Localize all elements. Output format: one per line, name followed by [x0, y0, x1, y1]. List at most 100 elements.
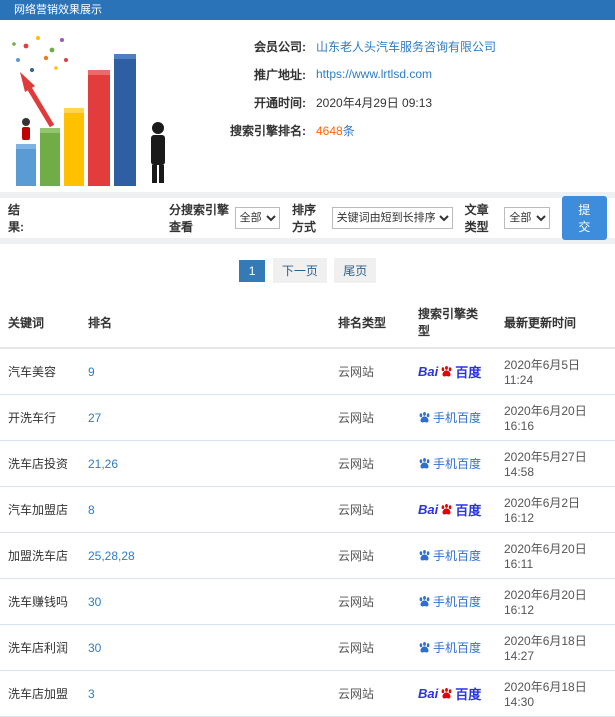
summary-panel: 会员公司: 山东老人头汽车服务咨询有限公司 推广地址: https://www.… — [0, 20, 615, 192]
baidu-logo-bai: Bai — [418, 686, 439, 701]
rank-cell[interactable]: 21,26 — [80, 440, 330, 487]
rank-type-cell: 云网站 — [330, 578, 410, 625]
engine-cell: 手机百度 — [410, 532, 496, 579]
table-row: 洗车店投资 21,26 云网站 手机百度 2020年5月27日 14:58 — [0, 440, 615, 487]
baidu-paw-icon — [419, 595, 430, 607]
baidu-logo-bai: Bai — [418, 502, 439, 517]
keyword-table-body: 汽车美容 9 云网站 Bai 百度 2020年6月5日 11:24 开洗车行 27… — [0, 348, 615, 717]
company-link[interactable]: 山东老人头汽车服务咨询有限公司 — [316, 38, 496, 55]
updated-cell: 2020年6月2日 16:12 — [496, 486, 615, 533]
engine-logo: 手机百度 — [418, 639, 488, 656]
rank-type-cell: 云网站 — [330, 624, 410, 671]
table-row: 洗车赚钱吗 30 云网站 手机百度 2020年6月20日 16:12 — [0, 578, 615, 625]
mobile-baidu-label: 手机百度 — [433, 595, 482, 609]
info-row-url: 推广地址: https://www.lrtlsd.com — [188, 60, 615, 88]
rank-cell[interactable]: 30 — [80, 578, 330, 625]
pagination: 1 下一页 尾页 — [0, 254, 615, 297]
rank-type-cell: 云网站 — [330, 486, 410, 533]
rank-cell[interactable]: 9 — [80, 348, 330, 395]
rank-cell[interactable]: 30 — [80, 624, 330, 671]
keyword-cell: 洗车店投资 — [0, 440, 80, 487]
baidu-logo-bai: Bai — [418, 364, 439, 379]
keyword-cell: 洗车店利润 — [0, 624, 80, 671]
engine-cell: 手机百度 — [410, 394, 496, 441]
table-row: 汽车加盟店 8 云网站 Bai 百度 2020年6月2日 16:12 — [0, 486, 615, 533]
updated-cell: 2020年6月18日 14:27 — [496, 624, 615, 671]
header-engine-type: 搜索引擎类型 — [410, 297, 496, 349]
engine-logo: 手机百度 — [418, 409, 488, 426]
baidu-paw-icon — [419, 457, 430, 469]
table-header-row: 关键词 排名 排名类型 搜索引擎类型 最新更新时间 — [0, 297, 615, 349]
keyword-cell: 汽车美容 — [0, 348, 80, 395]
engine-logo: 手机百度 — [418, 455, 488, 472]
member-info: 会员公司: 山东老人头汽车服务咨询有限公司 推广地址: https://www.… — [188, 20, 615, 192]
marketing-chart-illustration — [0, 20, 188, 192]
mobile-baidu-label: 手机百度 — [433, 641, 482, 655]
rank-cell[interactable]: 3 — [80, 670, 330, 717]
rank-cell[interactable]: 25,28,28 — [80, 532, 330, 579]
sort-filter-label: 排序方式 — [292, 203, 317, 234]
updated-cell: 2020年6月20日 16:12 — [496, 578, 615, 625]
keyword-cell: 洗车店加盟 — [0, 670, 80, 717]
rank-count-unit: 条 — [342, 123, 355, 138]
info-row-rank-count: 搜索引擎排名: 4648条 — [188, 116, 615, 144]
baidu-paw-icon — [419, 549, 430, 561]
engine-filter-label: 分搜索引擎查看 — [169, 203, 230, 234]
filters-panel: 结果: 分搜索引擎查看 全部 排序方式 关键词由短到长排序 文章类型 全部 提交 — [0, 196, 615, 240]
open-time-value: 2020年4月29日 09:13 — [316, 95, 433, 110]
rank-cell[interactable]: 8 — [80, 486, 330, 533]
engine-logo: 手机百度 — [418, 593, 488, 610]
updated-cell: 2020年6月20日 16:11 — [496, 532, 615, 579]
baidu-paw-icon — [441, 503, 452, 515]
promo-url-label: 推广地址: — [254, 67, 306, 82]
engine-logo: Bai 百度 — [418, 684, 488, 703]
keyword-cell: 洗车赚钱吗 — [0, 578, 80, 625]
baidu-logo-du: 百度 — [455, 503, 482, 518]
engine-cell: 手机百度 — [410, 440, 496, 487]
rank-type-cell: 云网站 — [330, 394, 410, 441]
baidu-logo-du: 百度 — [455, 365, 482, 380]
rank-count-number: 4648 — [316, 123, 343, 138]
next-page-button[interactable]: 下一页 — [272, 258, 327, 283]
keyword-cell: 加盟洗车店 — [0, 532, 80, 579]
engine-cell: Bai 百度 — [410, 670, 496, 717]
mobile-baidu-label: 手机百度 — [433, 457, 482, 471]
results-section-label: 结果: — [8, 203, 24, 234]
updated-cell: 2020年6月20日 16:16 — [496, 394, 615, 441]
baidu-paw-icon — [419, 411, 430, 423]
engine-cell: Bai 百度 — [410, 348, 496, 395]
updated-cell: 2020年6月5日 11:24 — [496, 348, 615, 395]
table-row: 汽车美容 9 云网站 Bai 百度 2020年6月5日 11:24 — [0, 348, 615, 395]
rank-cell[interactable]: 27 — [80, 394, 330, 441]
mobile-baidu-label: 手机百度 — [433, 549, 482, 563]
engine-logo: 手机百度 — [418, 547, 488, 564]
header-updated: 最新更新时间 — [496, 297, 615, 349]
baidu-paw-icon — [419, 641, 430, 653]
baidu-logo-du: 百度 — [455, 687, 482, 702]
rank-count-label: 搜索引擎排名: — [230, 123, 306, 138]
article-type-select[interactable]: 全部 — [504, 207, 550, 229]
info-row-open-time: 开通时间: 2020年4月29日 09:13 — [188, 88, 615, 116]
updated-cell: 2020年6月18日 14:30 — [496, 670, 615, 717]
page-number-current[interactable]: 1 — [238, 260, 266, 282]
engine-cell: Bai 百度 — [410, 486, 496, 533]
rank-type-cell: 云网站 — [330, 348, 410, 395]
last-page-button[interactable]: 尾页 — [334, 258, 377, 283]
rank-type-cell: 云网站 — [330, 532, 410, 579]
mobile-baidu-label: 手机百度 — [433, 411, 482, 425]
engine-cell: 手机百度 — [410, 624, 496, 671]
engine-select[interactable]: 全部 — [234, 207, 280, 229]
baidu-paw-icon — [441, 365, 452, 377]
sort-select[interactable]: 关键词由短到长排序 — [331, 207, 453, 229]
page-title-bar: 网络营销效果展示 — [0, 0, 615, 20]
updated-cell: 2020年5月27日 14:58 — [496, 440, 615, 487]
baidu-paw-icon — [441, 687, 452, 699]
submit-button[interactable]: 提交 — [561, 196, 608, 240]
engine-logo: Bai 百度 — [418, 362, 488, 381]
company-label: 会员公司: — [254, 39, 306, 54]
promo-url-link[interactable]: https://www.lrtlsd.com — [316, 67, 432, 81]
article-type-label: 文章类型 — [464, 203, 489, 234]
header-rank-type: 排名类型 — [330, 297, 410, 349]
engine-cell: 手机百度 — [410, 578, 496, 625]
engine-logo: Bai 百度 — [418, 500, 488, 519]
